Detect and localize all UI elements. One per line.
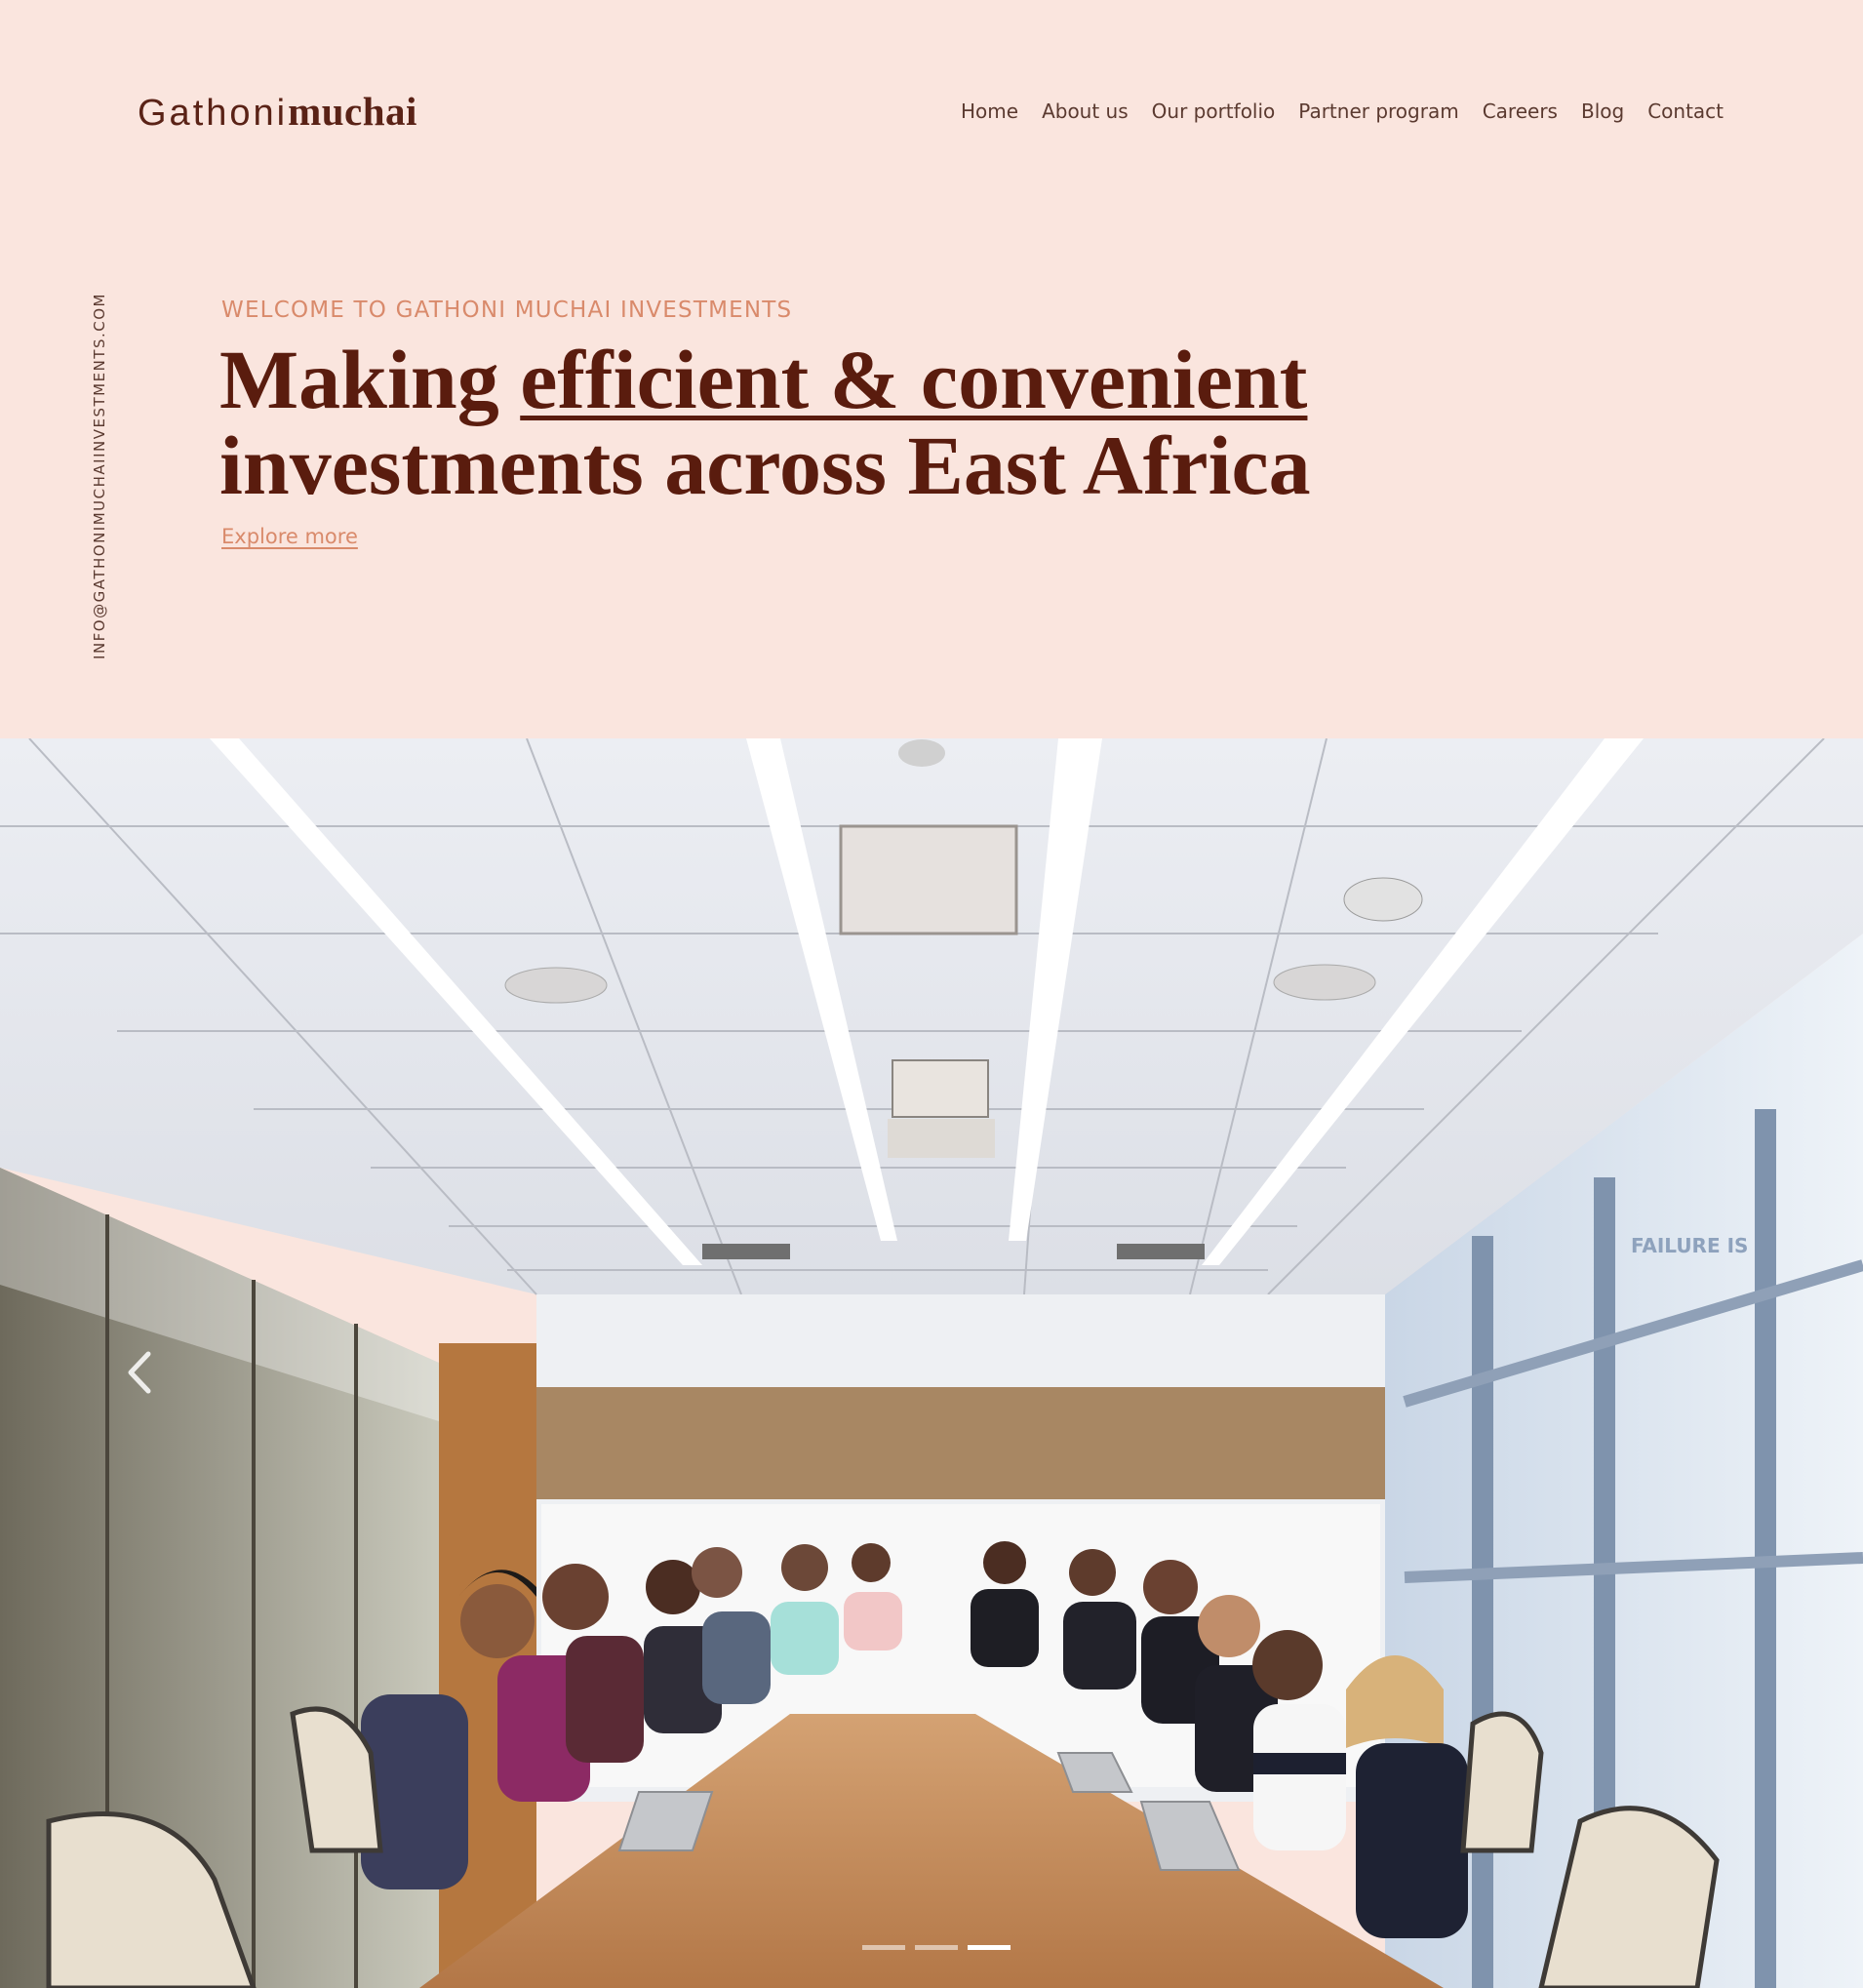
nav-item-blog[interactable]: Blog [1581, 95, 1624, 128]
headline-highlight: efficient & convenient [520, 333, 1308, 426]
hero-headline: Making efficient & convenient investments… [219, 337, 1311, 508]
carousel-dot-1[interactable] [862, 1945, 905, 1950]
brand-name-light: Gathoni [138, 93, 289, 134]
carousel-dot-2[interactable] [915, 1945, 958, 1950]
carousel-pagination [862, 1945, 1011, 1950]
headline-part1: Making [219, 333, 521, 426]
conference-room-illustration: FAILURE IS [0, 738, 1863, 1988]
brand-logo[interactable]: Gathonimuchai [138, 82, 417, 142]
chevron-left-icon [128, 1351, 151, 1394]
main-nav: Home About us Our portfolio Partner prog… [961, 95, 1724, 128]
hero-slider-image: FAILURE IS [0, 738, 1863, 1988]
nav-item-about-us[interactable]: About us [1042, 95, 1129, 128]
headline-line2: investments across East Africa [219, 418, 1311, 512]
nav-item-our-portfolio[interactable]: Our portfolio [1152, 95, 1276, 128]
window-sign-text: FAILURE IS [1631, 1234, 1748, 1257]
nav-item-contact[interactable]: Contact [1647, 95, 1724, 128]
side-email-link[interactable]: INFO@GATHONIMUCHAIINVESTMENTS.COM [91, 293, 108, 659]
hero-eyebrow: WELCOME TO GATHONI MUCHAI INVESTMENTS [221, 298, 793, 323]
nav-item-careers[interactable]: Careers [1483, 95, 1558, 128]
brand-name-bold: muchai [288, 89, 417, 134]
explore-more-link[interactable]: Explore more [221, 525, 358, 548]
nav-item-partner-program[interactable]: Partner program [1298, 95, 1458, 128]
carousel-prev-button[interactable] [121, 1348, 160, 1397]
nav-item-home[interactable]: Home [961, 95, 1018, 128]
carousel-dot-3-active[interactable] [968, 1945, 1011, 1950]
